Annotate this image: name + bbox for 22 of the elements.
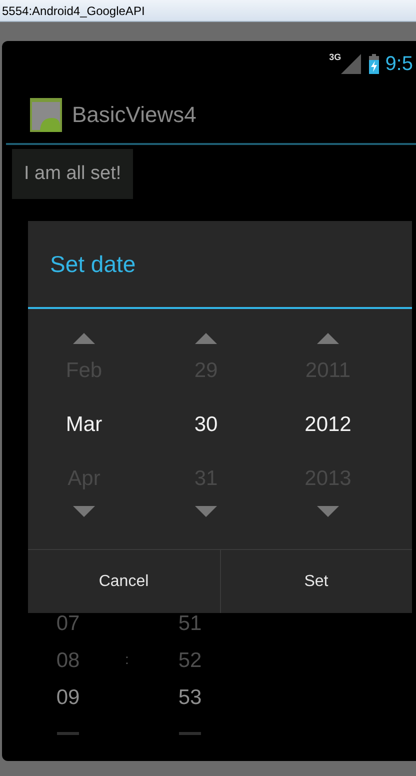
window-title: 5554:Android4_GoogleAPI	[2, 4, 145, 18]
battery-charging-icon	[369, 54, 380, 74]
app-title: BasicViews4	[72, 102, 196, 128]
time-picker-value[interactable]: 09	[56, 679, 80, 716]
app-icon	[30, 98, 62, 132]
picker-value[interactable]: 2012	[304, 398, 352, 452]
up-arrow-icon[interactable]	[195, 333, 217, 344]
clock-time: 9:5	[385, 52, 413, 76]
dialog-button[interactable]: Cancel	[28, 550, 220, 613]
time-picker-value[interactable]: 08	[56, 642, 80, 679]
time-picker-value[interactable]: 52	[178, 642, 202, 679]
picker-value[interactable]: Mar	[66, 398, 102, 452]
signal-icon	[341, 54, 362, 74]
up-arrow-icon[interactable]	[73, 333, 95, 344]
dialog-button[interactable]: Set	[220, 550, 412, 613]
up-arrow-icon[interactable]	[317, 333, 339, 344]
time-picker-value[interactable]: 53	[178, 679, 202, 716]
status-button[interactable]: I am all set!	[12, 149, 134, 199]
network-label: 3G	[329, 52, 342, 62]
picker-value[interactable]: 30	[194, 398, 218, 452]
dialog-title: Set date	[49, 250, 137, 279]
time-separator: :	[125, 651, 129, 667]
